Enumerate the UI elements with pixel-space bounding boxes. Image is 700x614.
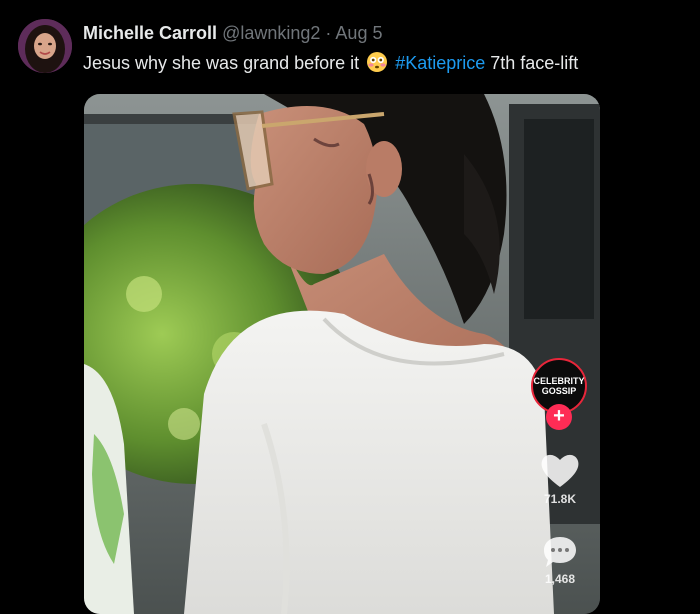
comment-count: 1,468 [544, 572, 576, 586]
hashtag-link[interactable]: #Katieprice [395, 53, 485, 73]
tweet-date[interactable]: Aug 5 [335, 23, 382, 43]
author-avatar[interactable] [18, 19, 72, 73]
flushed-face-emoji-icon [366, 51, 388, 73]
heart-icon[interactable] [539, 450, 581, 490]
follow-plus-button[interactable]: + [546, 404, 572, 430]
tweet[interactable]: Michelle Carroll @lawnking2 · Aug 5 Jesu… [0, 0, 700, 614]
tweet-text-end: 7th face-lift [490, 53, 579, 73]
tweet-media-video[interactable] [84, 94, 600, 614]
tweet-header: Michelle Carroll @lawnking2 · Aug 5 [83, 22, 382, 44]
tweet-text: Jesus why she was grand before it #Katie… [83, 51, 578, 75]
comment-bubble-icon[interactable] [541, 534, 579, 570]
separator-dot: · [325, 23, 332, 43]
like-count: 71.8K [543, 492, 577, 506]
tweet-text-start: Jesus why she was grand before it [83, 53, 360, 73]
author-name[interactable]: Michelle Carroll [83, 23, 217, 43]
channel-badge-line1: CELEBRITY [533, 376, 585, 386]
channel-badge-line2: GOSSIP [541, 386, 577, 396]
author-handle[interactable]: @lawnking2 [222, 23, 320, 43]
